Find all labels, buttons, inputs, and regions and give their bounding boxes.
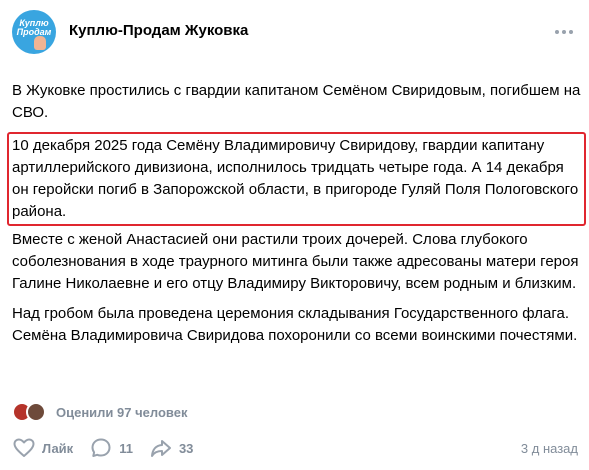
post-paragraph-family: Вместе с женой Анастасией они растили тр… xyxy=(12,231,579,292)
more-options-icon[interactable] xyxy=(552,20,576,44)
heart-icon xyxy=(13,438,35,457)
reactions-count-text: Оценили 97 человек xyxy=(56,404,188,420)
like-button[interactable]: Лайк xyxy=(12,436,73,460)
shares-count: 33 xyxy=(178,440,194,456)
comment-button[interactable]: 11 xyxy=(89,436,133,460)
reaction-avatars xyxy=(12,402,48,422)
share-arrow-icon xyxy=(150,440,171,457)
share-button[interactable]: 33 xyxy=(149,436,193,460)
hand-icon xyxy=(34,36,46,50)
comments-count: 11 xyxy=(119,440,133,456)
highlighted-paragraph: 10 декабря 2025 года Семёну Владимирович… xyxy=(7,132,586,226)
group-avatar[interactable]: Куплю Продам xyxy=(12,10,56,54)
post-timestamp[interactable]: 3 д назад xyxy=(521,441,578,456)
reactions-summary[interactable]: Оценили 97 человек xyxy=(12,400,187,424)
post-header: Куплю Продам Куплю-Продам Жуковка xyxy=(12,10,580,54)
post-actions-bar: Лайк 11 33 3 д назад xyxy=(12,436,580,460)
reactor-avatar xyxy=(26,402,46,422)
like-label: Лайк xyxy=(42,440,74,456)
group-logo-text: Куплю Продам xyxy=(16,18,52,37)
post-text: В Жуковке простились с гвардии капитаном… xyxy=(7,80,586,355)
post-paragraph-funeral: Над гробом была проведена церемония скла… xyxy=(12,305,578,344)
post-paragraph-intro: В Жуковке простились с гвардии капитаном… xyxy=(12,82,581,121)
group-name[interactable]: Куплю-Продам Жуковка xyxy=(69,22,248,39)
comment-icon xyxy=(91,438,111,457)
